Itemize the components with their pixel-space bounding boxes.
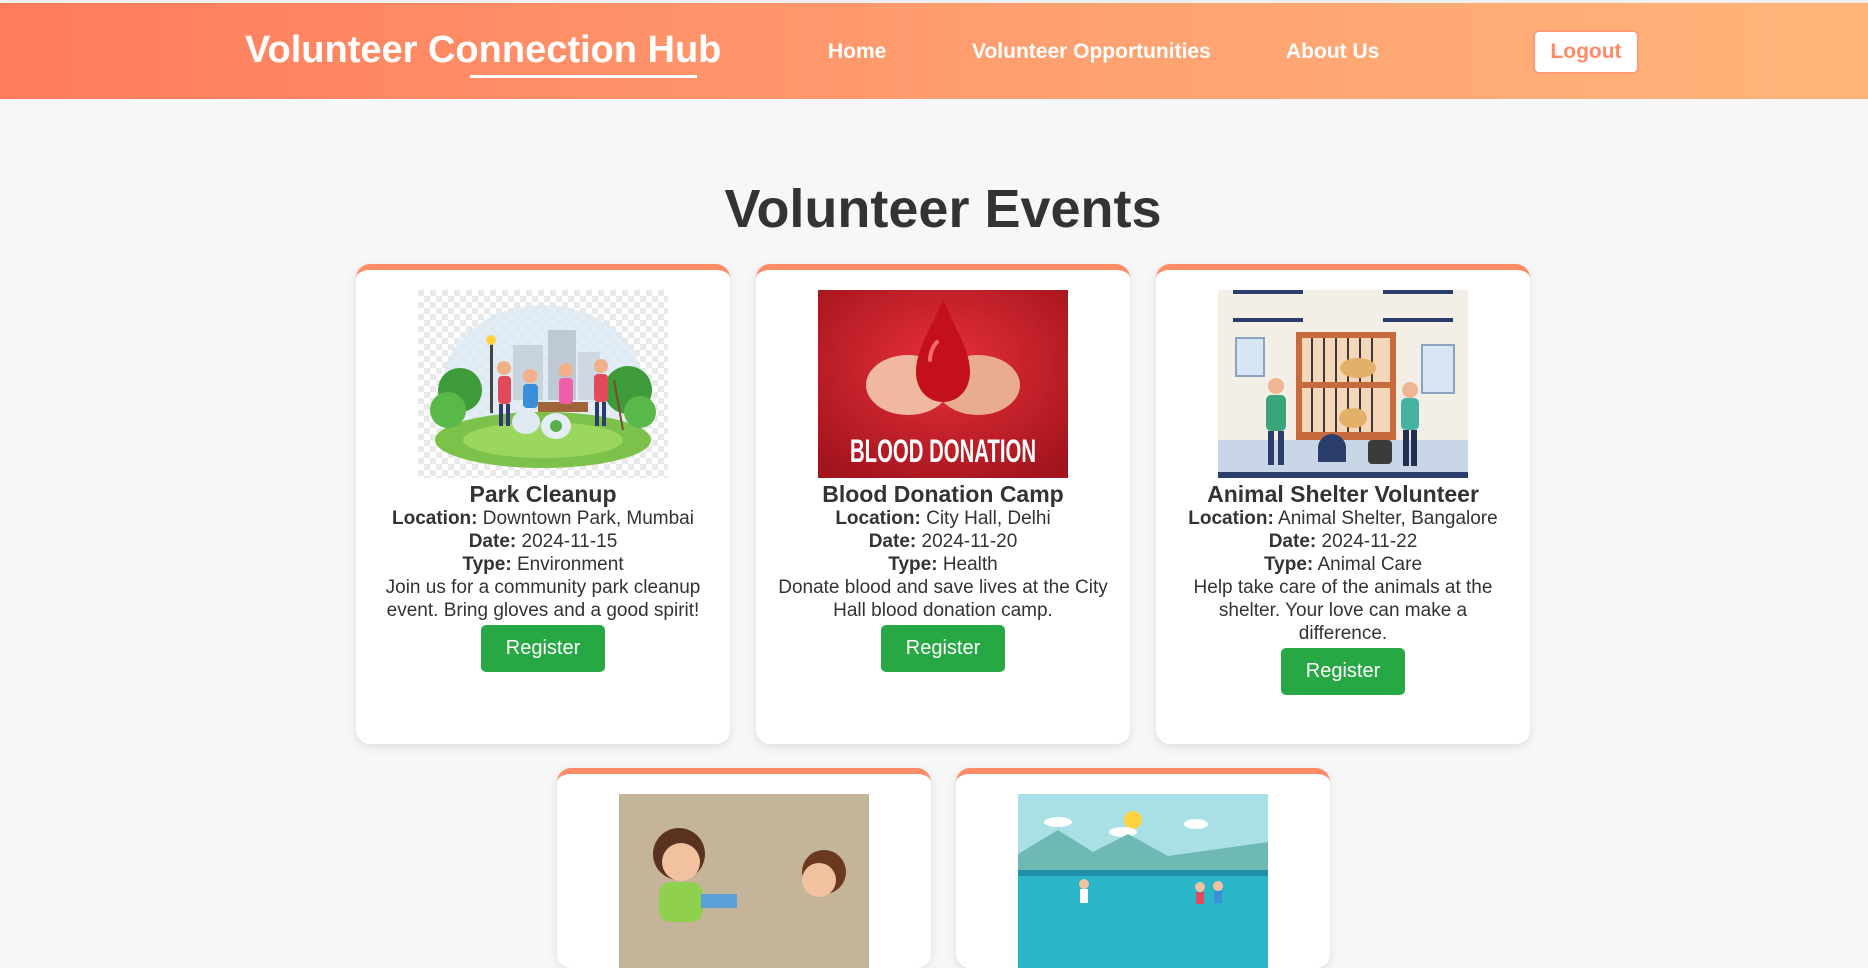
register-button[interactable]: Register (881, 625, 1005, 672)
brand-title[interactable]: Volunteer Connection Hub (245, 29, 721, 72)
type-label: Type: (462, 554, 512, 575)
type-label: Type: (888, 554, 938, 575)
event-date: Date: 2024-11-15 (374, 530, 712, 553)
date-label: Date: (1268, 531, 1317, 552)
event-card-park-cleanup: Park Cleanup Location: Downtown Park, Mu… (356, 264, 730, 744)
location-value: Animal Shelter, Bangalore (1278, 508, 1498, 529)
type-label: Type: (1263, 554, 1314, 575)
type-value: Animal Care (1317, 554, 1423, 575)
logout-button[interactable]: Logout (1533, 30, 1639, 74)
event-type: Type: Health (774, 553, 1112, 576)
date-value: 2024-11-22 (1321, 531, 1418, 552)
date-label: Date: (868, 531, 917, 552)
blood-donation-image: BLOOD DONATION (818, 290, 1068, 478)
animal-shelter-image (1218, 290, 1468, 478)
tutoring-image (619, 794, 869, 968)
nav-volunteer-opportunities-link[interactable]: Volunteer Opportunities (972, 40, 1211, 64)
location-label: Location: (835, 508, 921, 529)
date-value: 2024-11-20 (921, 531, 1018, 552)
register-button[interactable]: Register (481, 625, 605, 672)
type-value: Health (942, 554, 998, 575)
event-description: Join us for a community park cleanup eve… (385, 577, 701, 621)
date-label: Date: (468, 531, 517, 552)
location-value: City Hall, Delhi (926, 508, 1051, 529)
park-cleanup-image (418, 290, 668, 478)
event-title: Animal Shelter Volunteer (1207, 481, 1479, 507)
event-description: Donate blood and save lives at the City … (778, 577, 1108, 621)
event-location: Location: City Hall, Delhi (774, 507, 1112, 530)
date-value: 2024-11-15 (521, 531, 618, 552)
event-card-blood-donation-camp: BLOOD DONATION Blood Donation Camp Locat… (756, 264, 1130, 744)
event-location: Location: Animal Shelter, Bangalore (1174, 507, 1512, 530)
location-value: Downtown Park, Mumbai (482, 508, 694, 529)
event-location: Location: Downtown Park, Mumbai (374, 507, 712, 530)
event-card-body: Blood Donation Camp Location: City Hall,… (774, 481, 1112, 672)
location-label: Location: (392, 508, 478, 529)
register-button[interactable]: Register (1281, 648, 1405, 695)
brand-underline (470, 75, 697, 78)
event-date: Date: 2024-11-20 (774, 530, 1112, 553)
event-description: Help take care of the animals at the she… (1193, 577, 1493, 644)
nav-home-link[interactable]: Home (828, 40, 886, 64)
event-title: Park Cleanup (469, 481, 617, 507)
page-title: Volunteer Events (724, 179, 1162, 239)
location-label: Location: (1188, 508, 1274, 529)
event-card-body: Park Cleanup Location: Downtown Park, Mu… (374, 481, 712, 672)
event-card-animal-shelter-volunteer: Animal Shelter Volunteer Location: Anima… (1156, 264, 1530, 744)
type-value: Environment (516, 554, 624, 575)
event-card-body: Animal Shelter Volunteer Location: Anima… (1174, 481, 1512, 695)
top-navigation-bar: Volunteer Connection Hub Home Volunteer … (0, 0, 1868, 99)
event-title: Blood Donation Camp (822, 481, 1064, 507)
event-type: Type: Environment (374, 553, 712, 576)
beach-cleanup-image (1018, 794, 1268, 968)
event-card-partial-2 (956, 768, 1330, 968)
event-type: Type: Animal Care (1174, 553, 1512, 576)
nav-about-us-link[interactable]: About Us (1286, 40, 1379, 64)
event-date: Date: 2024-11-22 (1174, 530, 1512, 553)
event-card-partial-1 (557, 768, 931, 968)
blood-donation-image-text: BLOOD DONATION (850, 433, 1036, 469)
